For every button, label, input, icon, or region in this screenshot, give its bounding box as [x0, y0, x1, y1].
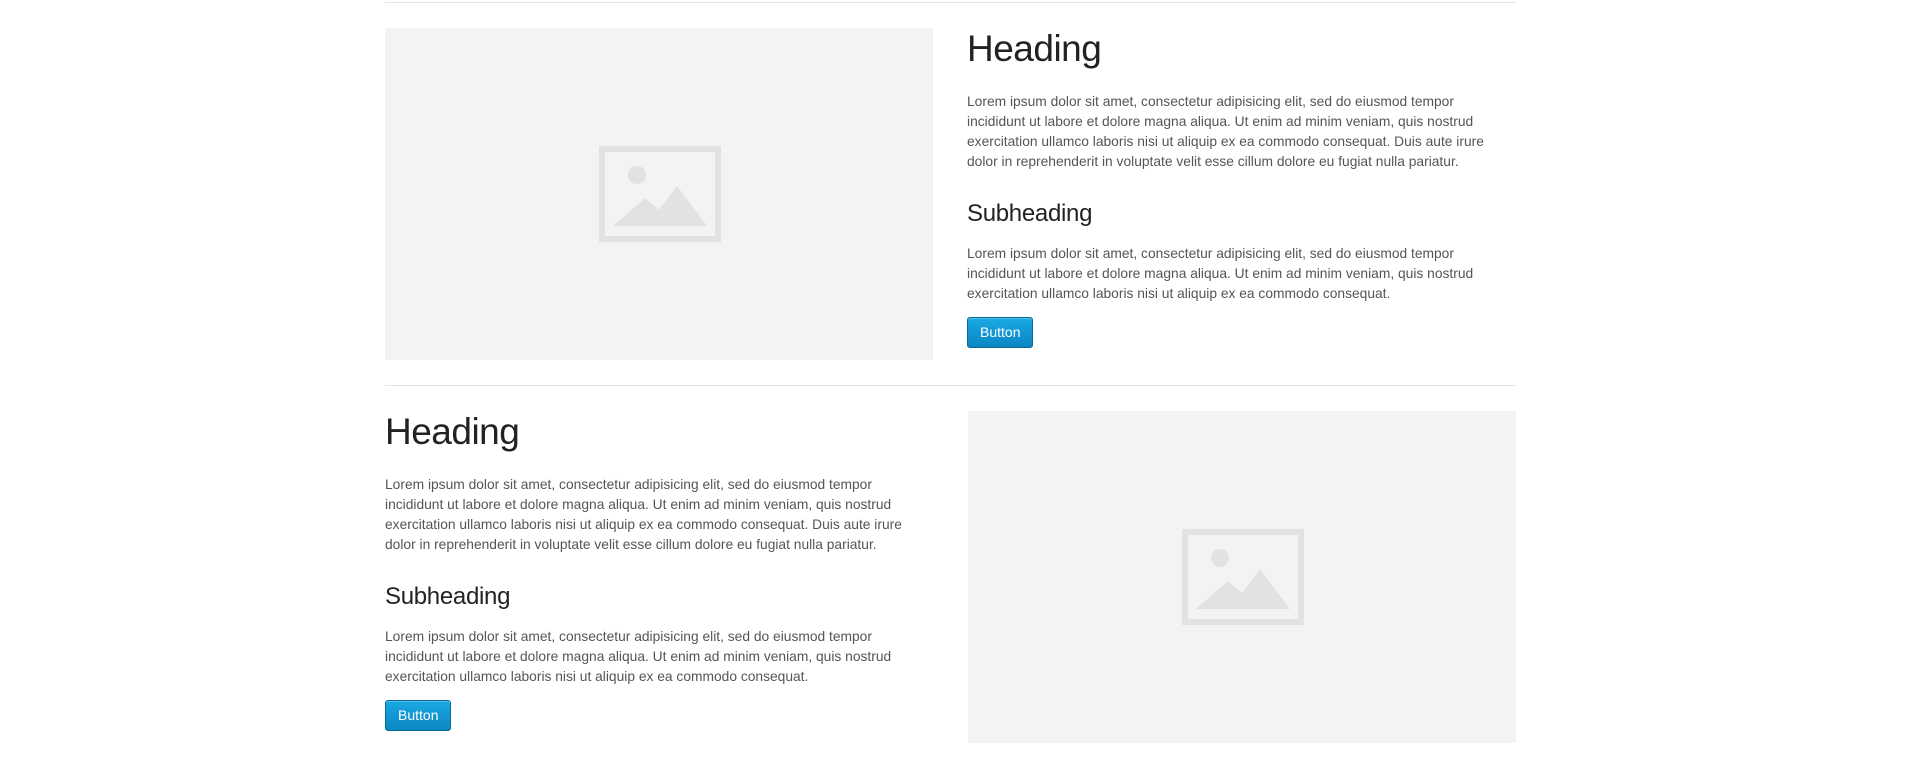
image-placeholder-icon: [599, 146, 721, 242]
section-subheading: Subheading: [967, 200, 1093, 227]
section-subheading: Subheading: [385, 583, 511, 610]
section-subbody: Lorem ipsum dolor sit amet, consectetur …: [385, 629, 892, 684]
image-placeholder: [385, 28, 933, 360]
content-block: Heading Lorem ipsum dolor sit amet, cons…: [385, 412, 945, 731]
section-body: Lorem ipsum dolor sit amet, consectetur …: [385, 477, 902, 552]
section-subbody: Lorem ipsum dolor sit amet, consectetur …: [967, 246, 1474, 301]
image-placeholder: [968, 411, 1516, 743]
image-placeholder-icon: [1182, 529, 1304, 625]
content-block: Heading Lorem ipsum dolor sit amet, cons…: [967, 29, 1527, 348]
section-heading: Heading: [967, 28, 1102, 69]
section-body: Lorem ipsum dolor sit amet, consectetur …: [967, 94, 1484, 169]
divider: [385, 2, 1516, 3]
divider: [385, 385, 1516, 386]
primary-button[interactable]: Button: [967, 317, 1034, 348]
section-heading: Heading: [385, 411, 520, 452]
primary-button[interactable]: Button: [385, 700, 452, 731]
page: Heading Lorem ipsum dolor sit amet, cons…: [0, 0, 1905, 768]
